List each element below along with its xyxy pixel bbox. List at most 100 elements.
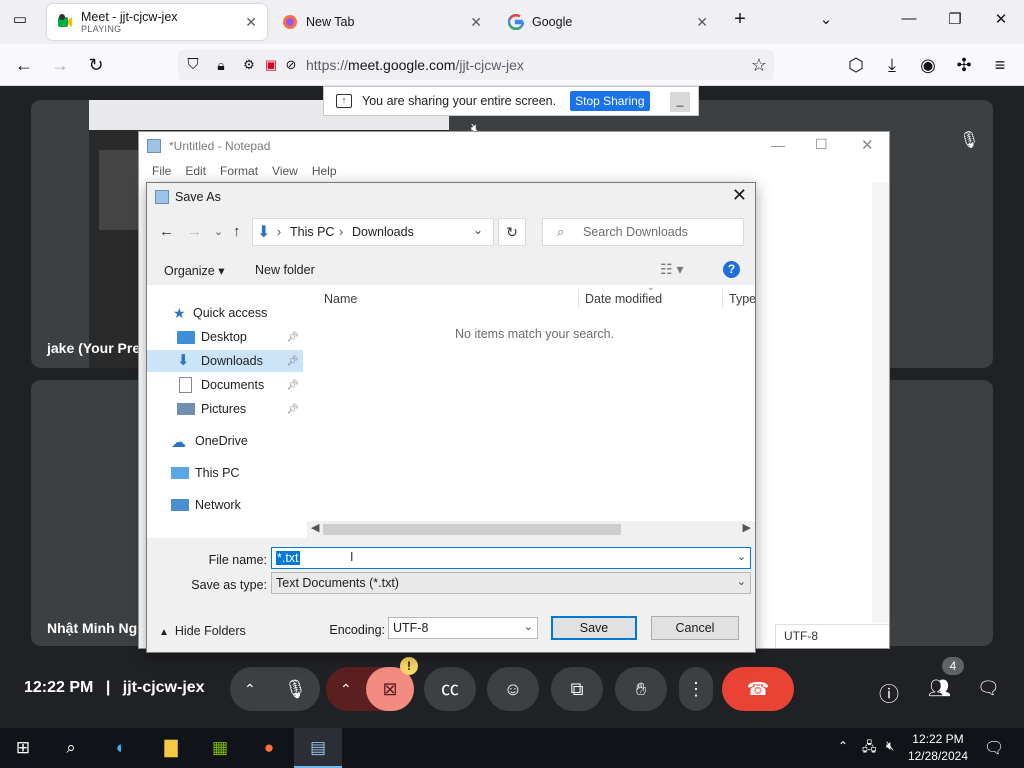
stop-sharing-button[interactable]: Stop Sharing [570,91,650,111]
help-icon[interactable]: ? [723,261,740,278]
cancel-button[interactable]: Cancel [651,616,739,640]
save-as-type-dropdown-icon[interactable]: ⌄ [737,575,746,588]
notifications-icon[interactable]: 🗨︎ [984,738,1004,758]
leave-call-icon[interactable]: ☎ [722,667,794,711]
breadcrumb-downloads[interactable]: Downloads [352,225,414,239]
close-window-icon[interactable]: ✕ [989,10,1013,28]
notepad-close-icon[interactable]: ✕ [861,136,874,154]
up-arrow-icon[interactable]: ↑ [233,223,241,240]
microphone-icon[interactable]: 🎙︎ [284,667,307,711]
raise-hand-icon[interactable]: ✋︎ [615,667,667,711]
recent-locations-chevron-icon[interactable]: ⌄ [214,225,223,238]
scroll-left-icon[interactable]: ◀ [311,521,319,534]
people-icon[interactable]: 👥︎ [928,678,951,699]
restore-window-icon[interactable]: ❐ [943,10,967,28]
nav-this-pc[interactable]: This PC [147,462,303,484]
firefox-icon[interactable]: ● [256,736,282,760]
new-tab-plus-icon[interactable]: + [728,8,752,31]
forward-arrow-icon[interactable]: → [49,54,71,76]
encoding-dropdown-icon[interactable]: ⌄ [524,620,533,633]
tab-close-icon[interactable]: ✕ [470,14,482,31]
tab-close-icon[interactable]: ✕ [245,14,257,31]
bookmark-star-icon[interactable]: ☆ [748,54,770,76]
search-downloads-field[interactable]: ⌕ Search Downloads [542,218,744,246]
url-bar[interactable]: ⛉ 🔒︎ ⚙ ▣ ⊘ https://meet.google.com/jjt-c… [178,50,774,80]
nav-pictures[interactable]: Pictures 📌︎ [147,398,303,420]
taskbar-clock[interactable]: 12:22 PM 12/28/2024 [908,731,968,765]
audio-options-chevron-icon[interactable]: ⌃ [244,667,256,711]
menu-view[interactable]: View [265,164,305,178]
nav-documents[interactable]: Documents 📌︎ [147,374,303,396]
view-options-icon[interactable]: ☷ ▾ [660,261,683,278]
tab-meet[interactable]: Meet - jjt-cjcw-jex PLAYING ✕ [47,4,267,40]
file-explorer-icon[interactable]: ▇ [158,736,184,760]
search-icon[interactable]: ⌕ [58,736,84,760]
meeting-details-icon[interactable]: ⓘ [879,678,899,707]
minimize-notice-icon[interactable]: _ [670,92,690,112]
lock-icon[interactable]: 🔒︎ [210,54,232,76]
emoji-icon[interactable]: ☺ [487,667,539,711]
mic-blocked-icon[interactable]: ⊘ [280,54,302,76]
chat-icon[interactable]: 🗨︎ [977,678,1000,699]
back-arrow-icon[interactable]: ← [159,223,174,240]
present-screen-icon[interactable]: ⧉ [551,667,603,711]
menu-file[interactable]: File [145,164,178,178]
nav-downloads[interactable]: ⬇ Downloads 📌︎ [147,350,303,372]
shield-icon[interactable]: ⛉ [182,54,204,76]
breadcrumb-this-pc[interactable]: This PC [290,225,334,239]
list-tabs-chevron-icon[interactable]: ⌄ [814,10,838,28]
menu-hamburger-icon[interactable]: ≡ [989,54,1011,76]
downloads-icon[interactable]: ⤓ [881,54,903,76]
pocket-icon[interactable]: ⬡ [845,54,867,76]
volume-muted-icon[interactable]: 🔇︎ [886,738,894,754]
minimize-window-icon[interactable]: — [897,10,921,27]
hide-folders-button[interactable]: ▲ Hide Folders [159,624,246,638]
tab-overview-icon[interactable]: ▭ [8,10,32,28]
notepad-minimize-icon[interactable]: — [771,137,785,153]
dialog-close-icon[interactable]: ✕ [732,185,747,206]
address-dropdown-icon[interactable]: ⌄ [473,223,483,237]
new-folder-button[interactable]: New folder [255,263,315,277]
column-date-modified[interactable]: Date modified [585,292,662,306]
tab-close-icon[interactable]: ✕ [696,14,708,31]
address-bar[interactable]: ⬇ › This PC › Downloads ⌄ [252,218,494,246]
screen-share-indicator-icon[interactable]: ▣ [260,54,282,76]
file-name-dropdown-icon[interactable]: ⌄ [737,550,746,563]
back-arrow-icon[interactable]: ← [13,54,35,76]
menu-help[interactable]: Help [305,164,344,178]
video-options-chevron-icon[interactable]: ⌃ [340,667,352,711]
edge-icon[interactable]: ◐ [108,736,134,760]
menu-format[interactable]: Format [213,164,265,178]
show-hidden-icons-icon[interactable]: ⌃ [838,739,848,753]
file-name-input[interactable]: *.txt I ⌄ [271,547,751,569]
store-icon[interactable]: ▦ [207,736,233,760]
reload-icon[interactable]: ↻ [85,54,107,76]
tab-google[interactable]: Google ✕ [498,4,718,40]
nav-network[interactable]: Network [147,494,303,516]
nav-desktop[interactable]: Desktop 📌︎ [147,326,303,348]
notepad-maximize-icon[interactable]: ☐ [815,136,828,153]
forward-arrow-icon[interactable]: → [187,223,202,240]
scroll-right-icon[interactable]: ▶ [743,521,751,534]
encoding-select[interactable]: UTF-8 ⌄ [388,617,538,639]
tab-new-tab[interactable]: New Tab ✕ [272,4,492,40]
permissions-icon[interactable]: ⚙ [238,54,260,76]
horizontal-scrollbar[interactable]: ◀ ▶ [307,521,755,538]
windows-start-icon[interactable]: ⊞ [10,736,36,760]
notepad-taskbar-button[interactable]: ▤ [294,728,342,768]
more-options-icon[interactable]: ⋮ [679,667,713,711]
column-type[interactable]: Type [729,292,756,306]
nav-quick-access[interactable]: ★ Quick access [147,302,303,324]
save-as-type-select[interactable]: Text Documents (*.txt) ⌄ [271,572,751,594]
refresh-icon[interactable]: ↻ [498,218,526,246]
notepad-vertical-scrollbar[interactable] [872,182,889,622]
nav-onedrive[interactable]: ☁ OneDrive [147,430,303,452]
network-status-icon[interactable]: 🖧︎ [862,738,877,760]
captions-icon[interactable]: ㏄ [424,667,476,711]
account-icon[interactable]: ◉ [917,54,939,76]
extensions-icon[interactable]: ✣ [953,54,975,76]
column-name[interactable]: Name [324,292,357,306]
scroll-thumb[interactable] [323,524,621,535]
organize-menu-button[interactable]: Organize ▾ [164,263,224,278]
menu-edit[interactable]: Edit [178,164,213,178]
